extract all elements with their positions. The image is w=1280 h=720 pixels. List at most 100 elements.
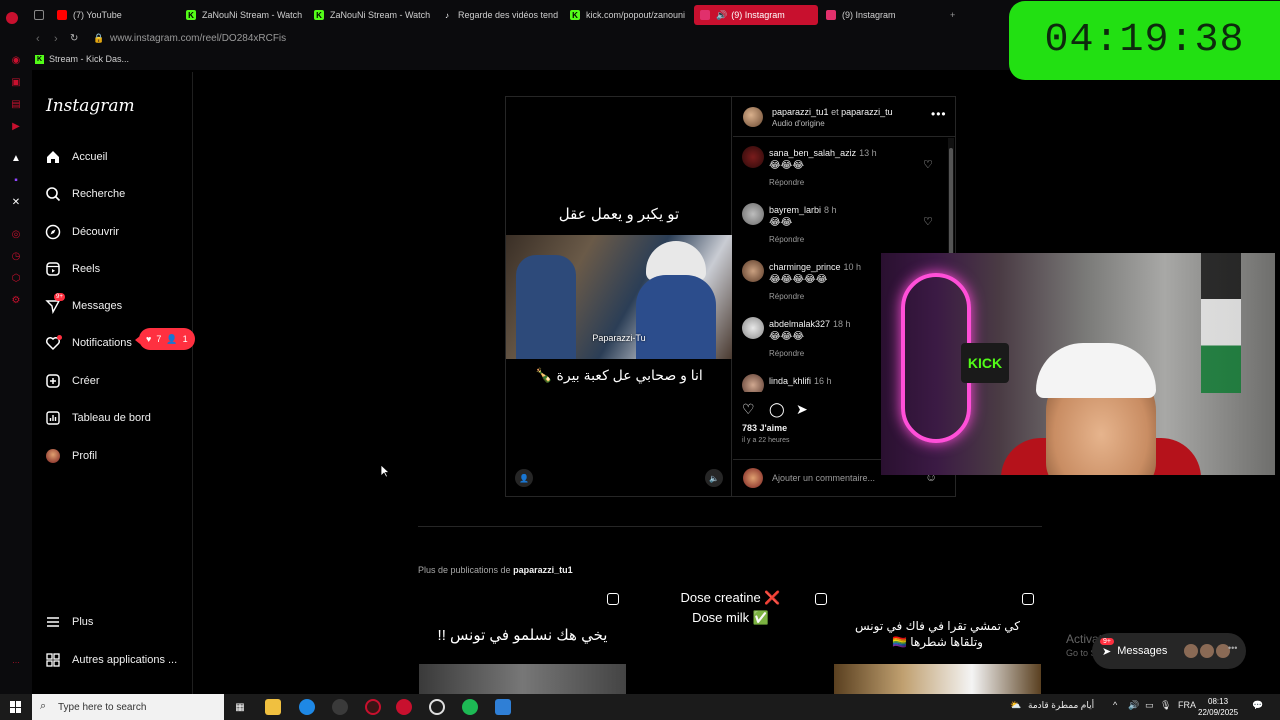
author-avatar[interactable] <box>743 107 763 127</box>
music-icon[interactable]: ▲ <box>10 152 22 164</box>
spotify-icon[interactable] <box>462 699 478 715</box>
opera-aria-icon[interactable]: ◉ <box>10 54 22 66</box>
reply-button[interactable]: Répondre <box>769 292 804 301</box>
sidebar-item-reels[interactable]: Reels <box>44 257 100 281</box>
notification-center-icon[interactable]: 💬 <box>1252 700 1263 711</box>
commenter-avatar[interactable] <box>742 146 764 168</box>
comment-user[interactable]: sana_ben_salah_aziz <box>769 148 856 158</box>
volume-icon[interactable]: 🔊 <box>1128 700 1139 711</box>
instagram-logo[interactable]: Instagram <box>46 96 135 116</box>
tray-chevron-icon[interactable]: ^ <box>1113 700 1117 710</box>
tagged-user-icon[interactable]: 👤 <box>515 469 533 487</box>
publication-thumbnail[interactable]: كي تمشي تقرا في فاك في تونس وتلقاها شطره… <box>834 588 1041 694</box>
like-icon[interactable]: ♡ <box>742 401 755 418</box>
comment-user[interactable]: charminge_prince <box>769 262 841 272</box>
tab-kick-popout[interactable]: K kick.com/popout/zanouni <box>570 5 688 25</box>
commenter-avatar[interactable] <box>742 374 764 392</box>
reload-icon[interactable]: ↻ <box>70 33 78 44</box>
reel-video[interactable]: تو يكبر و يعمل عقل Paparazzi-Tu انا و صح… <box>506 97 732 496</box>
chrome-icon[interactable] <box>332 699 348 715</box>
mute-icon[interactable]: 🔈 <box>705 469 723 487</box>
publication-thumbnail[interactable]: Dose creatine ❌ Dose milk ✅ <box>627 588 834 694</box>
sidebar-item-more[interactable]: Plus <box>44 610 93 634</box>
opera-icon[interactable] <box>365 699 381 715</box>
weather-text[interactable]: أيام ممطرة قادمة <box>1028 700 1094 711</box>
app-icon[interactable] <box>495 699 511 715</box>
coauthor-name[interactable]: paparazzi_tu <box>841 107 893 117</box>
sidebar-item-create[interactable]: Créer <box>44 369 100 393</box>
commenter-avatar[interactable] <box>742 260 764 282</box>
tab-instagram[interactable]: (9) Instagram <box>826 5 944 25</box>
reply-button[interactable]: Répondre <box>769 235 804 244</box>
bookmarks-bar: K Stream - Kick Das... <box>0 50 1010 70</box>
comment-icon[interactable]: ◯ <box>769 401 785 418</box>
audio-label[interactable]: Audio d'origine <box>772 119 825 128</box>
messages-floating-button[interactable]: 9+ ➤ Messages ••• <box>1092 633 1246 669</box>
twitch-icon[interactable]: ▪ <box>10 174 22 186</box>
sidebar-item-home[interactable]: Accueil <box>44 145 107 169</box>
sidebar-item-search[interactable]: Recherche <box>44 182 125 206</box>
comment-user[interactable]: abdelmalak327 <box>769 319 830 329</box>
player-icon[interactable]: ▶ <box>10 120 22 132</box>
obs-icon[interactable] <box>429 699 445 715</box>
messenger-icon[interactable]: ▤ <box>10 98 22 110</box>
language-indicator[interactable]: FRA <box>1178 700 1196 710</box>
commenter-avatar[interactable] <box>742 317 764 339</box>
edge-icon[interactable] <box>299 699 315 715</box>
tab-instagram-active[interactable]: 🔊 (9) Instagram <box>694 5 818 25</box>
task-view-icon[interactable]: ▦ <box>232 699 248 715</box>
person-right <box>636 275 716 359</box>
comment-like-icon[interactable]: ♡ <box>923 215 933 228</box>
opera-gx-icon[interactable] <box>396 699 412 715</box>
sidebar-item-messages[interactable]: 9+ Messages <box>44 293 122 318</box>
network-icon[interactable]: ▭ <box>1145 700 1154 711</box>
shopping-icon[interactable]: ▣ <box>10 76 22 88</box>
new-tab-button[interactable]: + <box>950 5 962 25</box>
profile-avatar-icon <box>44 447 62 465</box>
tab-youtube[interactable]: (7) YouTube <box>57 5 177 25</box>
comment-input[interactable]: Ajouter un commentaire... <box>772 473 875 483</box>
messages-label: Messages <box>1117 645 1168 657</box>
share-icon[interactable]: ➤ <box>796 401 808 418</box>
file-explorer-icon[interactable] <box>265 699 281 715</box>
weather-icon[interactable]: ⛅ <box>1010 700 1021 711</box>
url-field[interactable]: www.instagram.com/reel/DO284xRCFis <box>110 33 286 44</box>
sidebar-item-profile[interactable]: Profil <box>44 444 97 468</box>
sidebar-more-icon[interactable]: … <box>10 654 22 666</box>
bookmark-kick[interactable]: K Stream - Kick Das... <box>35 54 129 64</box>
taskbar-clock[interactable]: 08:13 22/09/2025 <box>1198 696 1238 718</box>
publication-thumbnail[interactable]: يخي هك نسلمو في تونس !! <box>419 588 626 694</box>
sidebar-item-explore[interactable]: Découvrir <box>44 220 119 244</box>
workspace-icon[interactable] <box>34 5 48 25</box>
comment-user[interactable]: bayrem_larbi <box>769 205 821 215</box>
microphone-icon[interactable]: 🎙 <box>1160 700 1171 711</box>
tab-tiktok[interactable]: ♪ Regarde des vidéos tend <box>442 5 560 25</box>
sidebar-item-notifications[interactable]: Notifications <box>44 331 132 355</box>
sidebar-item-other-apps[interactable]: Autres applications ... <box>44 648 177 672</box>
tab-kick-2[interactable]: K ZaNouNi Stream - Watch <box>314 5 432 25</box>
commenter-avatar[interactable] <box>742 203 764 225</box>
more-options-icon[interactable]: ••• <box>931 107 947 121</box>
comment-like-icon[interactable]: ♡ <box>923 158 933 171</box>
extensions-icon[interactable]: ⬡ <box>10 272 22 284</box>
tab-kick-1[interactable]: K ZaNouNi Stream - Watch <box>186 5 306 25</box>
settings-icon[interactable]: ⚙ <box>10 294 22 306</box>
windows-start-icon[interactable] <box>10 701 22 713</box>
likes-count[interactable]: 783 J'aime <box>742 423 787 433</box>
x-icon[interactable]: ✕ <box>10 196 22 208</box>
history-icon[interactable]: ◎ <box>10 228 22 240</box>
author-name[interactable]: paparazzi_tu1 <box>772 107 829 117</box>
taskbar-search[interactable]: ⌕ Type here to search <box>32 694 224 720</box>
scrollbar-thumb[interactable] <box>949 148 953 258</box>
clock-icon[interactable]: ◷ <box>10 250 22 262</box>
comment-user[interactable]: linda_khlifi <box>769 376 811 386</box>
more-publications-user[interactable]: paparazzi_tu1 <box>513 565 573 575</box>
forward-icon[interactable]: › <box>54 33 58 45</box>
back-icon[interactable]: ‹ <box>36 33 40 45</box>
kick-sign: KICK <box>961 343 1009 383</box>
reply-button[interactable]: Répondre <box>769 178 804 187</box>
notifications-popup[interactable]: ♥ 7 👤 1 <box>135 328 195 350</box>
sidebar-item-dashboard[interactable]: Tableau de bord <box>44 406 151 430</box>
opera-logo-icon[interactable] <box>6 8 22 28</box>
reply-button[interactable]: Répondre <box>769 349 804 358</box>
